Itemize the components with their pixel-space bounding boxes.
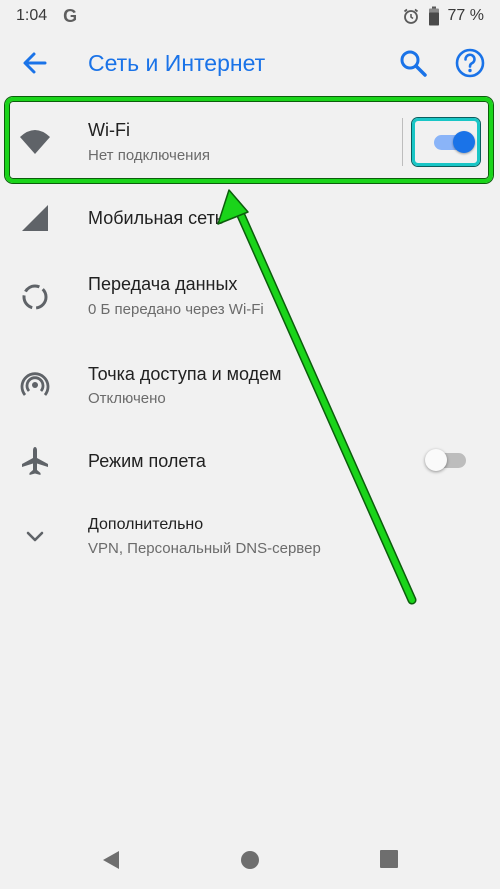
row-title: Дополнительно <box>88 516 204 533</box>
row-title: Мобильная сеть <box>88 208 225 228</box>
row-subtitle: 0 Б передано через Wi-Fi <box>88 301 264 318</box>
navigation-bar <box>0 835 500 889</box>
battery-icon <box>428 6 439 26</box>
app-bar: Сеть и Интернет <box>0 32 500 94</box>
signal-icon <box>22 205 48 231</box>
status-time: 1:04 <box>16 7 48 24</box>
search-icon[interactable] <box>398 48 428 78</box>
nav-recent-apps-icon[interactable] <box>380 850 398 868</box>
google-icon: G <box>63 5 78 26</box>
status-left: 1:04 G <box>16 6 77 27</box>
page-title: Сеть и Интернет <box>88 50 266 76</box>
hotspot-icon <box>20 372 50 396</box>
status-right: 77 % <box>402 6 484 26</box>
chevron-down-icon <box>26 531 44 542</box>
settings-row-data-usage[interactable]: Передача данных 0 Б передано через Wi-Fi <box>0 260 500 336</box>
row-subtitle: VPN, Персональный DNS-сервер <box>88 540 321 557</box>
settings-row-hotspot[interactable]: Точка доступа и модем Отключено <box>0 350 500 426</box>
row-divider <box>402 118 403 166</box>
row-subtitle: Отключено <box>88 390 166 407</box>
help-icon[interactable] <box>454 47 486 79</box>
battery-percent: 77 % <box>447 7 484 24</box>
alarm-icon <box>403 8 418 24</box>
row-title: Точка доступа и модем <box>88 364 282 384</box>
back-arrow-icon[interactable] <box>20 48 50 78</box>
airplane-icon <box>22 447 48 475</box>
settings-row-advanced[interactable]: Дополнительно VPN, Персональный DNS-серв… <box>0 505 500 565</box>
wifi-toggle[interactable] <box>430 131 478 153</box>
airplane-toggle[interactable] <box>424 449 470 471</box>
status-bar: 1:04 G 77 % <box>0 0 500 32</box>
toggle-thumb <box>453 131 475 153</box>
data-usage-icon <box>22 284 48 310</box>
toggle-thumb <box>425 449 447 471</box>
nav-home-icon[interactable] <box>240 850 260 870</box>
row-title: Передача данных <box>88 274 238 294</box>
settings-row-mobile-network[interactable]: Мобильная сеть <box>0 186 500 250</box>
nav-back-icon[interactable] <box>100 849 122 871</box>
row-title: Режим полета <box>88 451 206 471</box>
